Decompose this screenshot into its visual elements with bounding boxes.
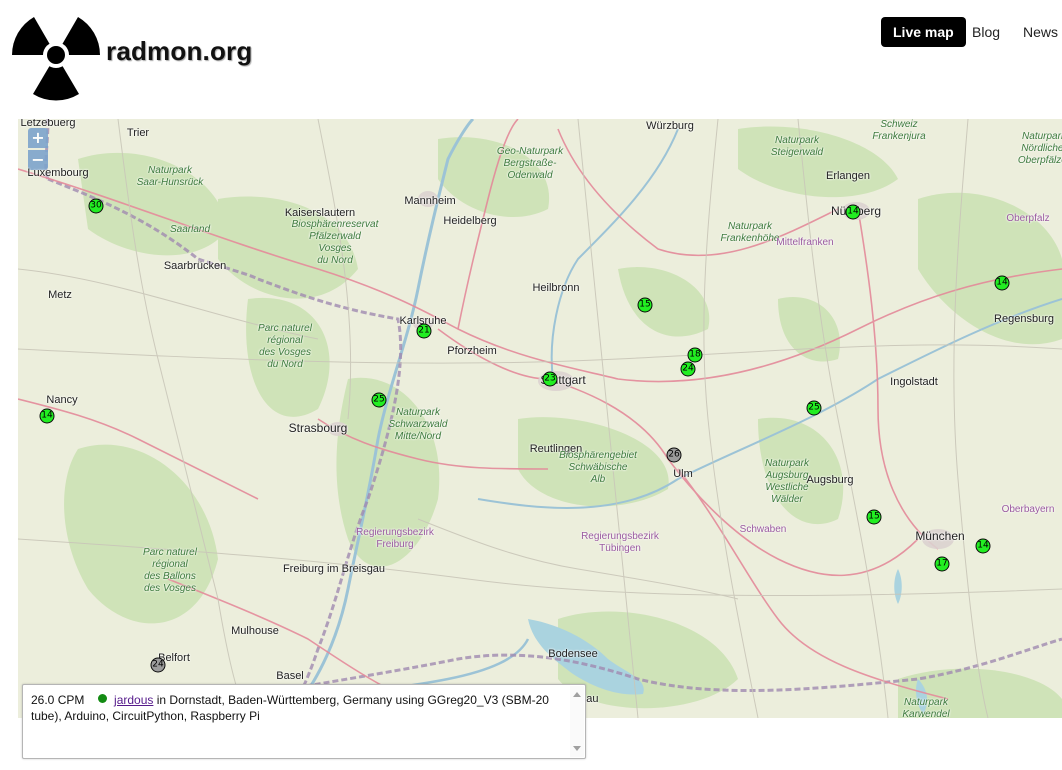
- nav-blog[interactable]: Blog: [972, 17, 1000, 47]
- scroll-down-icon[interactable]: [573, 746, 581, 751]
- scroll-up-icon[interactable]: [573, 692, 581, 697]
- status-dot-icon: [97, 694, 107, 703]
- nav-news[interactable]: News: [1023, 17, 1058, 47]
- radiation-station-marker[interactable]: 14: [975, 538, 991, 554]
- radiation-station-marker[interactable]: 26: [666, 447, 682, 463]
- radiation-station-marker[interactable]: 30: [88, 198, 104, 214]
- radiation-station-marker[interactable]: 15: [637, 297, 653, 313]
- radiation-station-marker[interactable]: 24: [680, 361, 696, 377]
- radiation-station-marker[interactable]: 14: [39, 408, 55, 424]
- radiation-station-marker[interactable]: 15: [866, 509, 882, 525]
- radiation-station-marker[interactable]: 24: [150, 657, 166, 673]
- cpm-reading: 26.0 CPM: [31, 693, 85, 707]
- station-info-box[interactable]: 26.0 CPM jardous in Dornstadt, Baden-Wür…: [22, 684, 586, 759]
- radiation-trefoil-icon[interactable]: [11, 15, 101, 106]
- radiation-station-marker[interactable]: 25: [806, 400, 822, 416]
- radiation-station-marker[interactable]: 14: [994, 275, 1010, 291]
- nav-live-map[interactable]: Live map: [881, 17, 966, 47]
- zoom-out-button[interactable]: −: [28, 150, 48, 170]
- zoom-in-button[interactable]: +: [28, 128, 48, 148]
- station-user-link[interactable]: jardous: [114, 693, 153, 707]
- radiation-station-marker[interactable]: 18: [687, 347, 703, 363]
- live-map[interactable]: + − Luxembourg Trier Würzburg Naturpark Saa…: [18, 119, 1062, 718]
- radiation-station-marker[interactable]: 21: [416, 323, 432, 339]
- map-tiles: [18, 119, 1062, 718]
- info-scrollbar[interactable]: [570, 686, 584, 757]
- radiation-station-marker[interactable]: 17: [934, 556, 950, 572]
- radiation-station-marker[interactable]: 25: [371, 392, 387, 408]
- station-description: in Dornstadt, Baden-Württemberg, Germany…: [31, 693, 549, 723]
- radiation-station-marker[interactable]: 14: [845, 204, 861, 220]
- site-title[interactable]: radmon.org: [106, 36, 252, 67]
- radiation-station-marker[interactable]: 23: [542, 371, 558, 387]
